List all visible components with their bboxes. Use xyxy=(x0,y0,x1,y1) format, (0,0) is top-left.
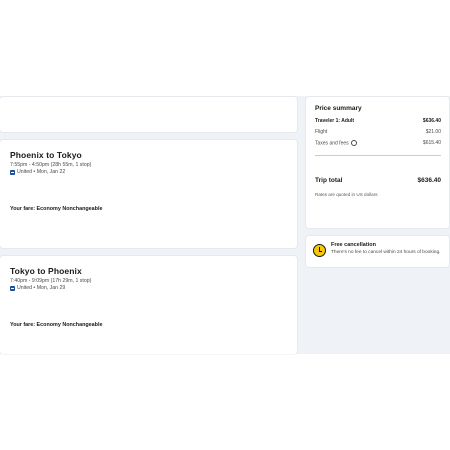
outbound-title: Phoenix to Tokyo xyxy=(10,150,82,160)
return-flight-card[interactable]: Tokyo to Phoenix 7:40pm - 9:09pm (17h 29… xyxy=(0,256,297,354)
taxes-row: Taxes and fees $615.40 xyxy=(315,140,441,146)
return-time: 7:40pm - 9:09pm (17h 29m, 1 stop) xyxy=(10,278,92,284)
clock-icon xyxy=(313,244,326,257)
flight-value: $21.00 xyxy=(425,129,441,135)
flight-label: Flight xyxy=(315,129,328,135)
flight-row: Flight $21.00 xyxy=(315,129,441,135)
free-cancellation-card: Free cancellation There's no fee to canc… xyxy=(306,236,449,267)
price-summary-card: Price summary Traveler 1: Adult $636.40 … xyxy=(306,97,449,228)
traveler-row: Traveler 1: Adult $636.40 xyxy=(315,118,441,124)
free-cancellation-title: Free cancellation xyxy=(331,242,376,248)
outbound-airline-date: United • Mon, Jan 22 xyxy=(17,169,66,175)
taxes-label-group: Taxes and fees xyxy=(315,140,357,146)
top-card xyxy=(0,97,297,132)
united-airline-icon xyxy=(10,169,15,175)
taxes-value: $615.40 xyxy=(422,140,441,146)
traveler-label: Traveler 1: Adult xyxy=(315,118,354,124)
return-fare: Your fare: Economy Nonchangeable xyxy=(10,322,103,328)
price-summary-title: Price summary xyxy=(315,105,362,112)
outbound-fare: Your fare: Economy Nonchangeable xyxy=(10,206,103,212)
return-meta: United • Mon, Jan 29 xyxy=(10,285,65,291)
outbound-time: 7:55pm - 4:50pm (28h 55m, 1 stop) xyxy=(10,162,92,168)
traveler-value: $636.40 xyxy=(422,118,441,124)
united-airline-icon xyxy=(10,285,15,291)
free-cancellation-text: There's no fee to cancel within 24 hours… xyxy=(331,250,441,255)
price-divider xyxy=(315,155,441,156)
info-icon[interactable] xyxy=(350,140,357,146)
trip-total-row: Trip total $636.40 xyxy=(315,177,441,184)
trip-total-value: $636.40 xyxy=(417,177,442,184)
taxes-label: Taxes and fees xyxy=(315,140,349,147)
outbound-flight-card[interactable]: Phoenix to Tokyo 7:55pm - 4:50pm (28h 55… xyxy=(0,140,297,248)
trip-total-label: Trip total xyxy=(315,177,343,184)
return-airline-date: United • Mon, Jan 29 xyxy=(17,285,66,291)
outbound-meta: United • Mon, Jan 22 xyxy=(10,169,65,175)
return-title: Tokyo to Phoenix xyxy=(10,266,82,276)
currency-note: Rates are quoted in US dollars xyxy=(315,192,378,197)
